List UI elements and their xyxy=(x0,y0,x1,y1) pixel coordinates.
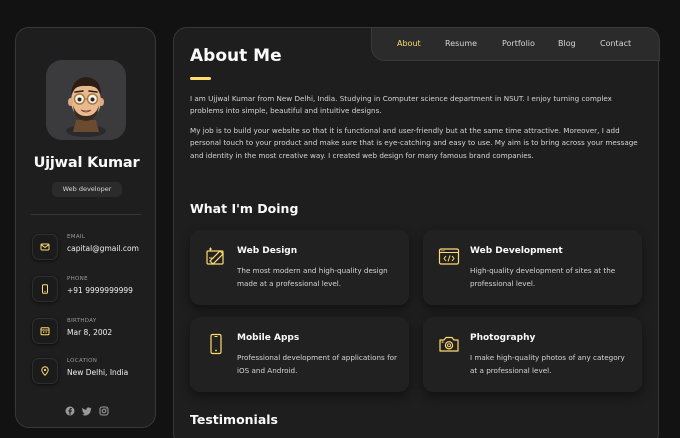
instagram-icon[interactable] xyxy=(99,401,109,420)
contact-location: LOCATION New Delhi, India xyxy=(32,358,152,386)
twitter-icon[interactable] xyxy=(82,401,92,420)
facebook-icon[interactable] xyxy=(65,401,75,420)
sidebar: Ujjwal Kumar Web developer EMAIL capital… xyxy=(15,27,156,428)
nav-about[interactable]: About xyxy=(397,39,421,48)
contact-birthday-value: Mar 8, 2002 xyxy=(67,328,113,337)
contact-label: BIRTHDAY xyxy=(67,318,97,324)
about-paragraph-2: My job is to build your website so that … xyxy=(190,126,638,160)
service-title: Mobile Apps xyxy=(237,333,300,343)
contact-phone: PHONE +91 9999999999 xyxy=(32,276,152,304)
calendar-icon xyxy=(32,318,58,344)
contact-label: PHONE xyxy=(67,276,88,282)
sidebar-separator xyxy=(31,214,141,215)
avatar-memoji-icon xyxy=(66,77,106,137)
contact-birthday: BIRTHDAY Mar 8, 2002 xyxy=(32,318,152,346)
service-title: Photography xyxy=(470,333,536,343)
service-title: Web Design xyxy=(237,246,298,256)
service-card-web-development: Web Development High-quality development… xyxy=(423,230,642,305)
profile-name: Ujjwal Kumar xyxy=(33,155,140,171)
mobile-icon xyxy=(205,333,227,359)
navbar: About Resume Portfolio Blog Contact xyxy=(371,27,660,61)
web-development-icon xyxy=(438,246,460,272)
section-title-doing: What I'm Doing xyxy=(190,201,299,216)
main-content: About Resume Portfolio Blog Contact Abou… xyxy=(173,27,660,438)
contact-label: EMAIL xyxy=(67,234,86,240)
nav-contact[interactable]: Contact xyxy=(600,39,631,48)
web-design-icon xyxy=(205,246,227,272)
service-card-photography: Photography I make high-quality photos o… xyxy=(423,317,642,392)
nav-blog[interactable]: Blog xyxy=(558,39,576,48)
contact-label: LOCATION xyxy=(67,358,98,364)
section-title-testimonials: Testimonials xyxy=(190,412,279,427)
about-paragraph-1: I am Ujjwal Kumar from New Delhi, India.… xyxy=(190,94,612,116)
avatar xyxy=(46,60,126,140)
service-desc: The most modern and high-quality design … xyxy=(237,266,388,288)
service-card-mobile-apps: Mobile Apps Professional development of … xyxy=(190,317,409,392)
contact-email-link[interactable]: capital@gmail.com xyxy=(67,244,139,253)
location-pin-icon xyxy=(32,358,58,384)
phone-icon xyxy=(32,276,58,302)
title-underline xyxy=(190,77,211,80)
profile-title-badge: Web developer xyxy=(52,182,122,197)
service-title: Web Development xyxy=(470,246,563,256)
service-desc: Professional development of applications… xyxy=(237,353,397,375)
nav-resume[interactable]: Resume xyxy=(445,39,477,48)
service-desc: I make high-quality photos of any catego… xyxy=(470,353,625,375)
contact-location-value: New Delhi, India xyxy=(67,368,129,377)
social-links xyxy=(65,401,115,416)
mail-icon xyxy=(32,234,58,260)
service-desc: High-quality development of sites at the… xyxy=(470,266,616,288)
contact-email: EMAIL capital@gmail.com xyxy=(32,234,152,262)
camera-icon xyxy=(438,333,460,359)
page-title: About Me xyxy=(190,46,282,66)
contact-phone-link[interactable]: +91 9999999999 xyxy=(67,286,133,295)
service-card-web-design: Web Design The most modern and high-qual… xyxy=(190,230,409,305)
nav-portfolio[interactable]: Portfolio xyxy=(502,39,535,48)
